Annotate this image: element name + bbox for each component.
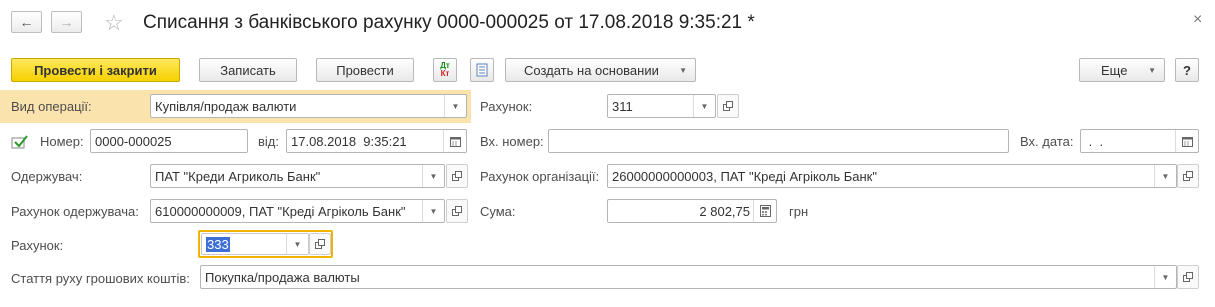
calculator-icon[interactable] <box>753 200 776 222</box>
recipient-value: ПАТ "Креди Агриколь Банк" <box>155 169 321 184</box>
back-button[interactable]: ← <box>11 11 42 33</box>
chevron-down-icon[interactable]: ▼ <box>422 165 444 187</box>
arrow-right-icon: → <box>59 14 74 30</box>
open-cash-flow-item-button[interactable] <box>1177 265 1199 289</box>
amount-label: Сума: <box>480 204 516 219</box>
cash-flow-item-label: Стаття руху грошових коштів: <box>11 271 190 286</box>
calendar-icon[interactable] <box>1175 130 1198 152</box>
chevron-down-icon: ▼ <box>1148 65 1156 75</box>
incoming-number-field[interactable] <box>548 129 1009 153</box>
number-label: Номер: <box>40 134 84 149</box>
open-icon <box>315 239 325 249</box>
number-field[interactable]: 0000-000025 <box>90 129 248 153</box>
dt-kt-icon: Дт Кт <box>440 61 450 78</box>
forward-button[interactable]: → <box>51 11 82 33</box>
save-button[interactable]: Записать <box>199 58 297 82</box>
more-button[interactable]: Еще ▼ <box>1079 58 1165 82</box>
operation-type-label: Вид операції: <box>11 99 92 114</box>
chevron-down-icon[interactable]: ▼ <box>693 95 715 117</box>
more-label: Еще <box>1101 62 1128 78</box>
amount-value: 2 802,75 <box>699 204 750 219</box>
date-field[interactable]: 17.08.2018 9:35:21 <box>286 129 467 153</box>
recipient-label: Одержувач: <box>11 169 83 184</box>
org-account-label: Рахунок організації: <box>480 169 600 184</box>
account-top-field[interactable]: 311 ▼ <box>607 94 716 118</box>
print-button[interactable] <box>470 58 494 82</box>
open-recipient-button[interactable] <box>446 164 468 188</box>
calendar-icon[interactable] <box>443 130 466 152</box>
open-icon <box>1183 171 1193 181</box>
arrow-left-icon: ← <box>19 14 34 30</box>
incoming-date-value: . . <box>1085 134 1104 149</box>
incoming-number-label: Вх. номер: <box>480 134 544 149</box>
account-bottom-field[interactable]: 333 ▼ <box>201 233 309 255</box>
chevron-down-icon[interactable]: ▼ <box>1154 266 1176 288</box>
page-title: Списання з банківського рахунку 0000-000… <box>143 12 755 33</box>
recipient-account-value: 610000000009, ПАТ "Креді Агріколь Банк" <box>155 204 406 219</box>
org-account-field[interactable]: 26000000000003, ПАТ "Креді Агріколь Банк… <box>607 164 1177 188</box>
operation-type-select[interactable]: Купівля/продаж валюти ▼ <box>150 94 467 118</box>
amount-field[interactable]: 2 802,75 <box>607 199 777 223</box>
recipient-field[interactable]: ПАТ "Креди Агриколь Банк" ▼ <box>150 164 445 188</box>
close-icon[interactable]: × <box>1193 11 1202 29</box>
date-label: від: <box>258 134 279 149</box>
chevron-down-icon[interactable]: ▼ <box>422 200 444 222</box>
chevron-down-icon[interactable]: ▼ <box>286 234 308 254</box>
post-and-close-button[interactable]: Провести і закрити <box>11 58 180 82</box>
account-bottom-value: 333 <box>206 237 230 252</box>
dt-kt-button[interactable]: Дт Кт <box>433 58 457 82</box>
document-icon <box>476 63 488 77</box>
chevron-down-icon[interactable]: ▼ <box>444 95 466 117</box>
create-based-on-button[interactable]: Создать на основании ▼ <box>505 58 696 82</box>
recipient-account-label: Рахунок одержувача: <box>11 204 139 219</box>
favorite-star-icon[interactable]: ☆ <box>104 10 124 36</box>
operation-type-value: Купівля/продаж валюти <box>155 99 297 114</box>
chevron-down-icon[interactable]: ▼ <box>1154 165 1176 187</box>
post-button[interactable]: Провести <box>316 58 414 82</box>
chevron-down-icon: ▼ <box>679 65 687 75</box>
org-account-value: 26000000000003, ПАТ "Креді Агріколь Банк… <box>612 169 877 184</box>
open-org-account-button[interactable] <box>1177 164 1199 188</box>
recipient-account-field[interactable]: 610000000009, ПАТ "Креді Агріколь Банк" … <box>150 199 445 223</box>
account-bottom-value-wrap: 333 <box>206 237 230 252</box>
date-value: 17.08.2018 9:35:21 <box>291 134 407 149</box>
open-icon <box>452 206 462 216</box>
cash-flow-item-field[interactable]: Покупка/продажа валюты ▼ <box>200 265 1177 289</box>
number-value: 0000-000025 <box>95 134 172 149</box>
incoming-date-field[interactable]: . . <box>1080 129 1199 153</box>
open-icon <box>1183 272 1193 282</box>
cash-flow-item-value: Покупка/продажа валюты <box>205 270 360 285</box>
incoming-date-label: Вх. дата: <box>1020 134 1074 149</box>
account-top-value: 311 <box>612 99 633 114</box>
account-top-label: Рахунок: <box>480 99 533 114</box>
currency-label: грн <box>789 204 809 219</box>
open-icon <box>723 101 733 111</box>
create-based-on-label: Создать на основании <box>524 62 659 78</box>
open-account-bottom-button[interactable] <box>309 233 331 255</box>
open-account-top-button[interactable] <box>717 94 739 118</box>
open-recipient-account-button[interactable] <box>446 199 468 223</box>
help-button[interactable]: ? <box>1175 58 1199 82</box>
account-bottom-label: Рахунок: <box>11 238 64 253</box>
open-icon <box>452 171 462 181</box>
posted-status-icon <box>11 135 28 149</box>
